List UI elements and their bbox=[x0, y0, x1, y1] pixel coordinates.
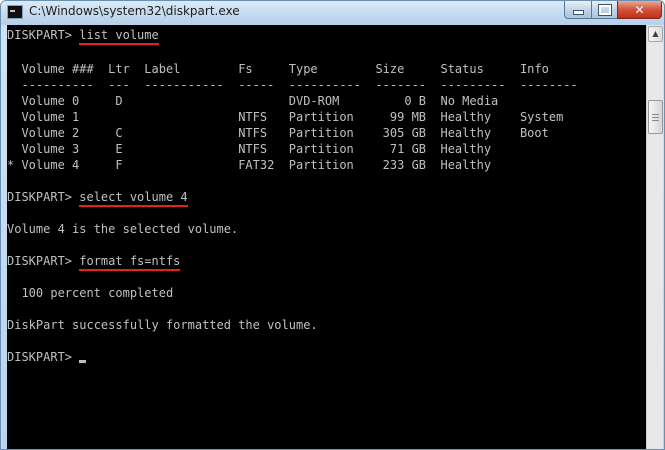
prompt-line-select-volume: DISKPART> select volume 4 bbox=[7, 189, 188, 207]
table-row: Volume 2 C NTFS Partition 305 GB Healthy… bbox=[7, 126, 549, 140]
selected-volume-message: Volume 4 is the selected volume. bbox=[7, 222, 239, 236]
maximize-button[interactable] bbox=[591, 1, 618, 19]
maximize-icon bbox=[597, 3, 612, 16]
prompt-text: DISKPART> bbox=[7, 190, 80, 204]
console-output[interactable]: DISKPART> list volume Volume ### Ltr Lab… bbox=[7, 25, 646, 449]
grip-line bbox=[652, 120, 659, 121]
table-row: Volume 3 E NTFS Partition 71 GB Healthy bbox=[7, 142, 492, 156]
arrow-up-icon: ▲ bbox=[652, 29, 659, 38]
grip-line bbox=[652, 117, 659, 118]
command-format: format fs=ntfs bbox=[79, 254, 181, 271]
command-select-volume: select volume 4 bbox=[79, 190, 188, 207]
progress-message: 100 percent completed bbox=[7, 286, 174, 300]
minimize-icon bbox=[572, 10, 584, 15]
prompt-text: DISKPART> bbox=[7, 28, 80, 42]
console-icon[interactable] bbox=[7, 5, 23, 19]
scroll-thumb[interactable] bbox=[648, 100, 663, 134]
close-button[interactable]: ✕ bbox=[617, 1, 662, 19]
command-list-volume: list volume bbox=[79, 28, 159, 45]
close-icon: ✕ bbox=[634, 2, 645, 17]
scroll-up-button[interactable]: ▲ bbox=[648, 26, 663, 42]
table-row: * Volume 4 F FAT32 Partition 233 GB Heal… bbox=[7, 158, 492, 172]
title-bar[interactable]: C:\Windows\system32\diskpart.exe ✕ bbox=[1, 1, 664, 25]
table-row: Volume 1 NTFS Partition 99 MB Healthy Sy… bbox=[7, 110, 564, 124]
prompt-line-format: DISKPART> format fs=ntfs bbox=[7, 253, 181, 271]
prompt-line-list-volume: DISKPART> list volume bbox=[7, 27, 159, 45]
text-cursor bbox=[79, 360, 87, 363]
prompt-text: DISKPART> bbox=[7, 350, 80, 364]
minimize-button[interactable] bbox=[564, 1, 592, 19]
vertical-scrollbar[interactable]: ▲ bbox=[646, 25, 663, 449]
window-title: C:\Windows\system32\diskpart.exe bbox=[29, 4, 240, 18]
table-separator: ---------- --- ----------- ----- -------… bbox=[7, 78, 578, 92]
table-header: Volume ### Ltr Label Fs Type Size Status… bbox=[7, 62, 549, 76]
console-window: C:\Windows\system32\diskpart.exe ✕ DISKP… bbox=[0, 0, 665, 450]
success-message: DiskPart successfully formatted the volu… bbox=[7, 318, 318, 332]
prompt-line-active[interactable]: DISKPART> bbox=[7, 349, 87, 365]
prompt-text: DISKPART> bbox=[7, 254, 80, 268]
grip-line bbox=[652, 114, 659, 115]
table-row: Volume 0 D DVD-ROM 0 B No Media bbox=[7, 94, 499, 108]
